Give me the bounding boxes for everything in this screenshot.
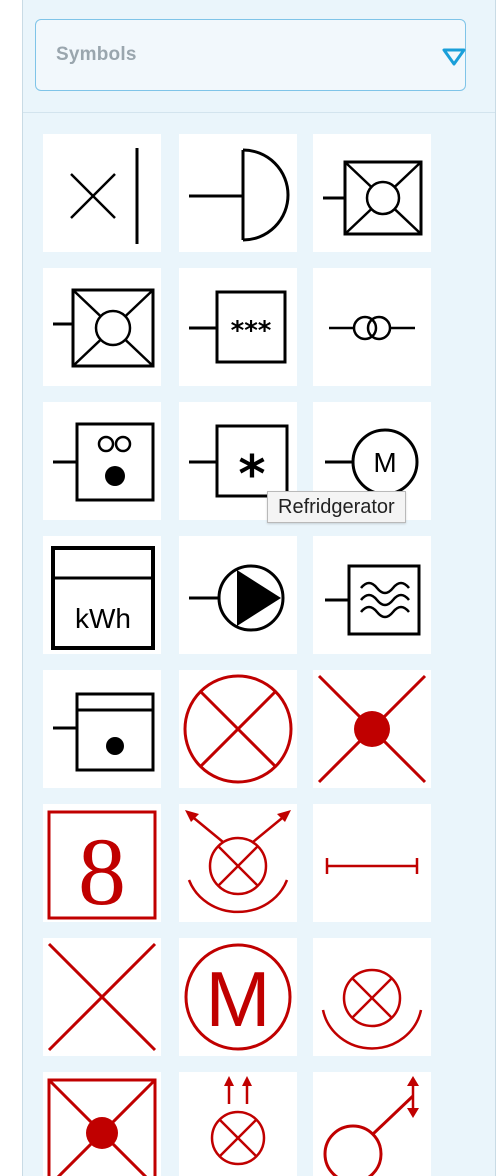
washing-machine-icon: [53, 422, 155, 502]
dropdown-selected-label: Symbols: [56, 44, 137, 65]
symbol-tile[interactable]: ***: [179, 268, 297, 386]
symbol-tile[interactable]: [313, 804, 431, 922]
panel-divider: [23, 112, 495, 113]
lamp-up-arrows-red-icon: [210, 1076, 266, 1166]
transformer-icon: [329, 315, 415, 341]
asterisks-label: ***: [231, 316, 272, 346]
symbol-tile[interactable]: [43, 1072, 161, 1176]
symbol-tile[interactable]: [43, 670, 161, 788]
symbol-tile[interactable]: [179, 670, 297, 788]
symbols-panel: Symbols *** * M kWh 8 M Refridgerator: [22, 0, 496, 1176]
symbol-tile[interactable]: [179, 134, 297, 252]
symbol-tile[interactable]: [313, 536, 431, 654]
symbol-tile[interactable]: [43, 268, 161, 386]
symbol-tile[interactable]: [179, 1072, 297, 1176]
cross-red-icon: [47, 942, 157, 1052]
lamp-cross-dot-red-icon: [317, 674, 427, 784]
spot-lamp-arrows-red-icon: [185, 810, 291, 914]
digit-display-red-icon: 8: [47, 810, 157, 922]
asterisk-label: *: [238, 445, 265, 505]
symbol-tile[interactable]: [43, 134, 161, 252]
symbol-tile[interactable]: [179, 804, 297, 922]
box-asterisks-icon: ***: [189, 290, 287, 364]
symbol-tile[interactable]: 8: [43, 804, 161, 922]
chevron-down-icon[interactable]: [442, 47, 466, 67]
symbol-tile[interactable]: [43, 938, 161, 1056]
crossed-box-dot-red-icon: [47, 1078, 157, 1176]
lamp-arc-red-icon: [321, 968, 423, 1050]
symbol-tile[interactable]: [313, 938, 431, 1056]
symbol-tile[interactable]: [43, 402, 161, 520]
digit-label: 8: [78, 818, 126, 922]
motor-label: M: [373, 447, 396, 478]
symbol-tile[interactable]: [313, 1072, 431, 1176]
motor-red-icon: M: [184, 943, 292, 1051]
water-heater-icon: [325, 564, 421, 636]
switch-x-icon: [70, 148, 139, 244]
half-circle-terminal-icon: [189, 148, 290, 242]
kwh-meter-icon: kWh: [51, 546, 155, 650]
symbol-tile[interactable]: M: [179, 938, 297, 1056]
circle-arrow-red-icon: [323, 1076, 419, 1176]
stove-icon: [53, 692, 155, 772]
symbol-tile[interactable]: [179, 536, 297, 654]
kwh-label: kWh: [75, 603, 131, 634]
pump-icon: [189, 564, 285, 632]
crossed-box-lamp-icon: [53, 288, 155, 368]
lamp-red-icon: [183, 674, 293, 784]
symbol-tooltip: Refridgerator: [267, 491, 406, 523]
crossed-box-lamp-icon: [323, 160, 423, 236]
symbol-tile[interactable]: kWh: [43, 536, 161, 654]
motor-red-label: M: [206, 955, 271, 1043]
symbol-category-dropdown[interactable]: Symbols: [35, 19, 466, 91]
symbol-tile[interactable]: [313, 134, 431, 252]
dimension-line-red-icon: [325, 858, 419, 874]
symbol-tile[interactable]: [313, 670, 431, 788]
symbol-tile[interactable]: [313, 268, 431, 386]
